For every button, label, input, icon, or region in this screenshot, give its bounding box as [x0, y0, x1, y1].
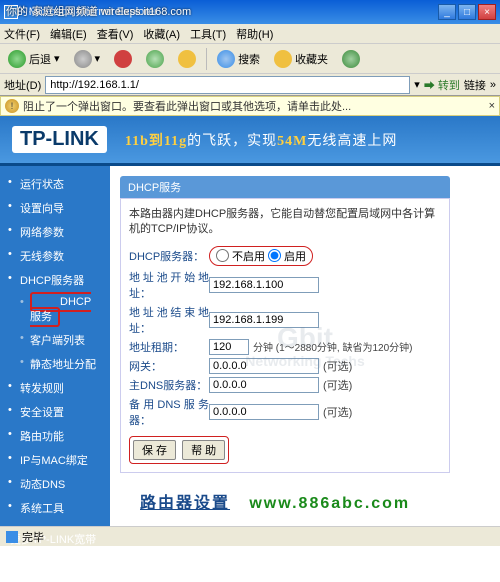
favorites-button[interactable]: 收藏夹	[270, 48, 332, 70]
input-end-ip[interactable]	[209, 312, 319, 328]
infobar-close[interactable]: ×	[489, 100, 495, 112]
address-bar: 地址(D) ▾ ➡ 转到 链接 »	[0, 74, 500, 96]
menubar: 文件(F) 编辑(E) 查看(V) 收藏(A) 工具(T) 帮助(H)	[0, 24, 500, 44]
search-icon	[217, 50, 235, 68]
search-button[interactable]: 搜索	[213, 48, 264, 70]
more-link[interactable]: 器,请点击查看 >>	[10, 567, 95, 579]
separator	[206, 48, 207, 70]
sidebar-item-8[interactable]: 转发规则	[0, 376, 110, 400]
links-label[interactable]: 链接	[464, 77, 486, 93]
dhcp-radio-group: 不启用 启用	[209, 246, 313, 266]
address-label: 地址(D)	[4, 77, 41, 93]
router-body: 运行状态设置向导网络参数无线参数DHCP服务器DHCP服务客户端列表静态地址分配…	[0, 166, 500, 526]
back-icon	[8, 50, 26, 68]
address-input[interactable]	[45, 76, 410, 94]
home-icon	[178, 50, 196, 68]
help-button[interactable]: 帮 助	[182, 440, 225, 460]
sidebar-item-13[interactable]: 系统工具	[0, 496, 110, 520]
bottom-link-green: www.886abc.com	[249, 495, 410, 512]
menu-file[interactable]: 文件(F)	[4, 26, 40, 42]
input-lease[interactable]	[209, 339, 249, 355]
done-icon	[6, 531, 18, 543]
forward-button[interactable]: ▾	[70, 48, 105, 70]
sidebar-item-9[interactable]: 安全设置	[0, 400, 110, 424]
minimize-button[interactable]: _	[438, 4, 456, 20]
toolbar: 后退▾ ▾ 搜索 收藏夹	[0, 44, 500, 74]
slogan: 11b到11g的飞跃，实现54M无线高速上网	[125, 130, 397, 150]
window-titlebar: 你的·家庭组网频道 wireless.it168.com - Microsoft…	[0, 0, 500, 24]
sidebar-item-11[interactable]: IP与MAC绑定	[0, 448, 110, 472]
dhcp-panel: 本路由器内建DHCP服务器，它能自动替您配置局域网中各计算机的TCP/IP协议。…	[120, 198, 450, 473]
sidebar-item-12[interactable]: 动态DNS	[0, 472, 110, 496]
input-start-ip[interactable]	[209, 277, 319, 293]
sidebar-item-7[interactable]: 静态地址分配	[0, 352, 110, 376]
router-header: TP-LINK 11b到11g的飞跃，实现54M无线高速上网	[0, 116, 500, 166]
infobar-text: 阻止了一个弹出窗口。要查看此弹出窗口或其他选项，请单击此处...	[23, 98, 351, 114]
panel-hint: 本路由器内建DHCP服务器，它能自动替您配置局域网中各计算机的TCP/IP协议。	[129, 207, 441, 238]
back-button[interactable]: 后退▾	[4, 48, 64, 70]
tplink-logo: TP-LINK	[12, 126, 107, 153]
button-row: 保 存 帮 助	[129, 436, 229, 464]
sidebar-item-3[interactable]: 无线参数	[0, 244, 110, 268]
content-area: Gbit Networking Techs DHCP服务 本路由器内建DHCP服…	[110, 166, 500, 526]
bottom-link-blue: 路由器设置	[140, 495, 230, 512]
go-button[interactable]: ➡ 转到	[424, 77, 460, 93]
menu-fav[interactable]: 收藏(A)	[143, 26, 180, 42]
field-dhcp-server: DHCP服务器： 不启用 启用	[129, 246, 441, 266]
watermark-text: 你的·家庭组网频道 wireless.it168.com	[6, 3, 191, 19]
forward-icon	[74, 50, 92, 68]
home-button[interactable]	[174, 48, 200, 70]
menu-help[interactable]: 帮助(H)	[236, 26, 273, 42]
radio-on[interactable]	[268, 249, 281, 262]
popup-blocked-bar[interactable]: ! 阻止了一个弹出窗口。要查看此弹出窗口或其他选项，请单击此处... ×	[0, 96, 500, 116]
stop-button[interactable]	[110, 48, 136, 70]
sidebar-item-2[interactable]: 网络参数	[0, 220, 110, 244]
sidebar-item-5[interactable]: DHCP服务	[0, 292, 110, 328]
input-gateway[interactable]	[209, 358, 319, 374]
history-button[interactable]	[338, 48, 364, 70]
history-icon	[342, 50, 360, 68]
input-dns1[interactable]	[209, 377, 319, 393]
sidebar-item-10[interactable]: 路由功能	[0, 424, 110, 448]
menu-edit[interactable]: 编辑(E)	[50, 26, 87, 42]
menu-tools[interactable]: 工具(T)	[190, 26, 226, 42]
bottom-watermark: 路由器设置 www.886abc.com	[140, 489, 410, 513]
sidebar: 运行状态设置向导网络参数无线参数DHCP服务器DHCP服务客户端列表静态地址分配…	[0, 166, 110, 526]
maximize-button[interactable]: □	[458, 4, 476, 20]
sidebar-item-4[interactable]: DHCP服务器	[0, 268, 110, 292]
stop-icon	[114, 50, 132, 68]
input-dns2[interactable]	[209, 404, 319, 420]
panel-title: DHCP服务	[120, 176, 450, 198]
sidebar-item-1[interactable]: 设置向导	[0, 196, 110, 220]
refresh-button[interactable]	[142, 48, 168, 70]
menu-view[interactable]: 查看(V)	[97, 26, 134, 42]
sidebar-item-6[interactable]: 客户端列表	[0, 328, 110, 352]
sidebar-item-0[interactable]: 运行状态	[0, 172, 110, 196]
close-button[interactable]: ×	[478, 4, 496, 20]
star-icon	[274, 50, 292, 68]
radio-off[interactable]	[216, 249, 229, 262]
warning-icon: !	[5, 99, 19, 113]
window-controls: _ □ ×	[436, 4, 496, 20]
save-button[interactable]: 保 存	[133, 440, 176, 460]
refresh-icon	[146, 50, 164, 68]
